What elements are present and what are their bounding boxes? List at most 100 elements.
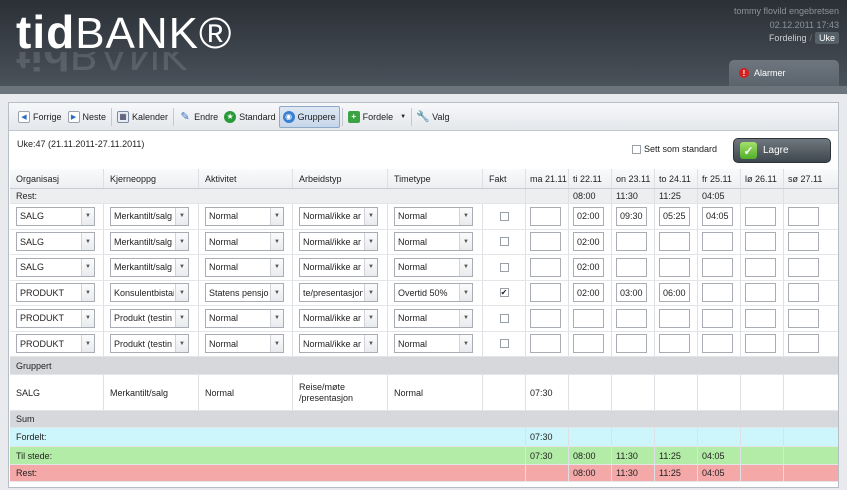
dropdown-arrow-icon[interactable]: ▼ bbox=[459, 335, 472, 353]
organisasjon-select[interactable]: SALG ▼ bbox=[16, 232, 95, 252]
aktivitet-select[interactable]: Normal ▼ bbox=[205, 206, 284, 226]
arbeidstype-select[interactable]: Normal/ikke ar ▼ bbox=[299, 257, 378, 277]
arbeidstype-select[interactable]: Normal/ikke ar ▼ bbox=[299, 308, 378, 328]
neste-button[interactable]: ▶ Neste bbox=[65, 106, 110, 128]
dropdown-arrow-icon[interactable]: ▼ bbox=[81, 309, 94, 327]
hours-input[interactable]: 02:00 bbox=[573, 232, 604, 252]
col-header[interactable]: fr 25.11 bbox=[698, 169, 741, 188]
hours-input[interactable] bbox=[530, 283, 561, 303]
hours-input[interactable]: 02:00 bbox=[573, 257, 604, 277]
dropdown-arrow-icon[interactable]: ▼ bbox=[270, 207, 283, 225]
fakt-checkbox[interactable] bbox=[499, 211, 509, 221]
hours-input[interactable]: 06:00 bbox=[659, 283, 690, 303]
hours-input[interactable] bbox=[702, 308, 733, 328]
col-header[interactable]: Aktivitet bbox=[199, 169, 293, 188]
aktivitet-select[interactable]: Normal ▼ bbox=[205, 334, 284, 354]
dropdown-arrow-icon[interactable]: ▼ bbox=[459, 233, 472, 251]
dropdown-arrow-icon[interactable]: ▼ bbox=[175, 207, 188, 225]
fordele-button[interactable]: + Fordele ▼ bbox=[345, 106, 409, 128]
hours-input[interactable]: 05:25 bbox=[659, 206, 690, 226]
dropdown-arrow-icon[interactable]: ▼ bbox=[459, 284, 472, 302]
dropdown-arrow-icon[interactable]: ▼ bbox=[175, 335, 188, 353]
fakt-checkbox[interactable] bbox=[499, 262, 509, 272]
kalender-button[interactable]: ▦ Kalender bbox=[114, 106, 171, 128]
gruppere-button[interactable]: ◉ Gruppere bbox=[278, 105, 340, 128]
nav-fordeling[interactable]: Fordeling bbox=[769, 33, 807, 43]
dropdown-arrow-icon[interactable]: ▼ bbox=[364, 258, 377, 276]
timetype-select[interactable]: Normal ▼ bbox=[394, 206, 473, 226]
col-header[interactable]: lø 26.11 bbox=[741, 169, 784, 188]
timetype-select[interactable]: Normal ▼ bbox=[394, 334, 473, 354]
dropdown-arrow-icon[interactable]: ▼ bbox=[364, 207, 377, 225]
col-header[interactable]: ti 22.11 bbox=[569, 169, 612, 188]
kjerneoppgave-select[interactable]: Merkantilt/salg ▼ bbox=[110, 232, 189, 252]
hours-input[interactable] bbox=[616, 257, 647, 277]
aktivitet-select[interactable]: Normal ▼ bbox=[205, 232, 284, 252]
dropdown-arrow-icon[interactable]: ▼ bbox=[81, 207, 94, 225]
hours-input[interactable]: 02:00 bbox=[573, 206, 604, 226]
kjerneoppgave-select[interactable]: Merkantilt/salg ▼ bbox=[110, 206, 189, 226]
lagre-button[interactable]: ✓ Lagre bbox=[733, 138, 831, 163]
hours-input[interactable] bbox=[788, 334, 819, 354]
timetype-select[interactable]: Normal ▼ bbox=[394, 232, 473, 252]
dropdown-arrow-icon[interactable]: ▼ bbox=[270, 284, 283, 302]
dropdown-arrow-icon[interactable]: ▼ bbox=[270, 309, 283, 327]
aktivitet-select[interactable]: Normal ▼ bbox=[205, 308, 284, 328]
organisasjon-select[interactable]: PRODUKT ▼ bbox=[16, 334, 95, 354]
dropdown-arrow-icon[interactable]: ▼ bbox=[459, 309, 472, 327]
hours-input[interactable] bbox=[745, 308, 776, 328]
sett-som-standard[interactable]: Sett som standard bbox=[632, 144, 717, 154]
nav-uke[interactable]: Uke bbox=[814, 32, 839, 44]
hours-input[interactable] bbox=[745, 334, 776, 354]
fakt-checkbox[interactable] bbox=[499, 237, 509, 247]
timetype-select[interactable]: Normal ▼ bbox=[394, 257, 473, 277]
hours-input[interactable] bbox=[702, 232, 733, 252]
organisasjon-select[interactable]: PRODUKT ▼ bbox=[16, 308, 95, 328]
dropdown-arrow-icon[interactable]: ▼ bbox=[175, 233, 188, 251]
endre-button[interactable]: ✎ Endre bbox=[176, 106, 221, 128]
dropdown-arrow-icon[interactable]: ▼ bbox=[81, 335, 94, 353]
hours-input[interactable] bbox=[616, 308, 647, 328]
hours-input[interactable] bbox=[788, 206, 819, 226]
col-header[interactable]: Kjerneoppg bbox=[104, 169, 199, 188]
dropdown-arrow-icon[interactable]: ▼ bbox=[81, 258, 94, 276]
hours-input[interactable] bbox=[788, 232, 819, 252]
arbeidstype-select[interactable]: Normal/ikke ar ▼ bbox=[299, 206, 378, 226]
hours-input[interactable] bbox=[616, 232, 647, 252]
dropdown-arrow-icon[interactable]: ▼ bbox=[364, 284, 377, 302]
hours-input[interactable] bbox=[616, 334, 647, 354]
hours-input[interactable] bbox=[530, 206, 561, 226]
timetype-select[interactable]: Overtid 50% ▼ bbox=[394, 283, 473, 303]
dropdown-arrow-icon[interactable]: ▼ bbox=[175, 284, 188, 302]
standard-button[interactable]: ★ Standard bbox=[221, 106, 279, 128]
organisasjon-select[interactable]: SALG ▼ bbox=[16, 257, 95, 277]
fakt-checkbox[interactable]: ✔ bbox=[499, 288, 509, 298]
arbeidstype-select[interactable]: Normal/ikke ar ▼ bbox=[299, 334, 378, 354]
fakt-checkbox[interactable] bbox=[499, 339, 509, 349]
sett-som-standard-checkbox[interactable] bbox=[632, 144, 641, 154]
col-header[interactable]: Timetype bbox=[388, 169, 483, 188]
hours-input[interactable]: 04:05 bbox=[702, 206, 733, 226]
hours-input[interactable] bbox=[573, 308, 604, 328]
dropdown-arrow-icon[interactable]: ▼ bbox=[270, 233, 283, 251]
col-header[interactable]: to 24.11 bbox=[655, 169, 698, 188]
hours-input[interactable] bbox=[530, 308, 561, 328]
col-header[interactable]: Fakt bbox=[483, 169, 526, 188]
hours-input[interactable] bbox=[745, 257, 776, 277]
arbeidstype-select[interactable]: Normal/ikke ar ▼ bbox=[299, 232, 378, 252]
kjerneoppgave-select[interactable]: Konsulentbistai ▼ bbox=[110, 283, 189, 303]
hours-input[interactable] bbox=[745, 206, 776, 226]
col-header[interactable]: Arbeidstyp bbox=[293, 169, 388, 188]
col-header[interactable]: sø 27.11 bbox=[784, 169, 827, 188]
forrige-button[interactable]: ◀ Forrige bbox=[15, 106, 65, 128]
hours-input[interactable]: 02:00 bbox=[573, 283, 604, 303]
dropdown-arrow-icon[interactable]: ▼ bbox=[459, 207, 472, 225]
timetype-select[interactable]: Normal ▼ bbox=[394, 308, 473, 328]
col-header[interactable]: ma 21.11 bbox=[526, 169, 569, 188]
aktivitet-select[interactable]: Normal ▼ bbox=[205, 257, 284, 277]
hours-input[interactable] bbox=[745, 232, 776, 252]
dropdown-arrow-icon[interactable]: ▼ bbox=[81, 284, 94, 302]
fakt-checkbox[interactable] bbox=[499, 313, 509, 323]
kjerneoppgave-select[interactable]: Produkt (testin ▼ bbox=[110, 334, 189, 354]
valg-button[interactable]: 🔧 Valg bbox=[414, 106, 452, 128]
